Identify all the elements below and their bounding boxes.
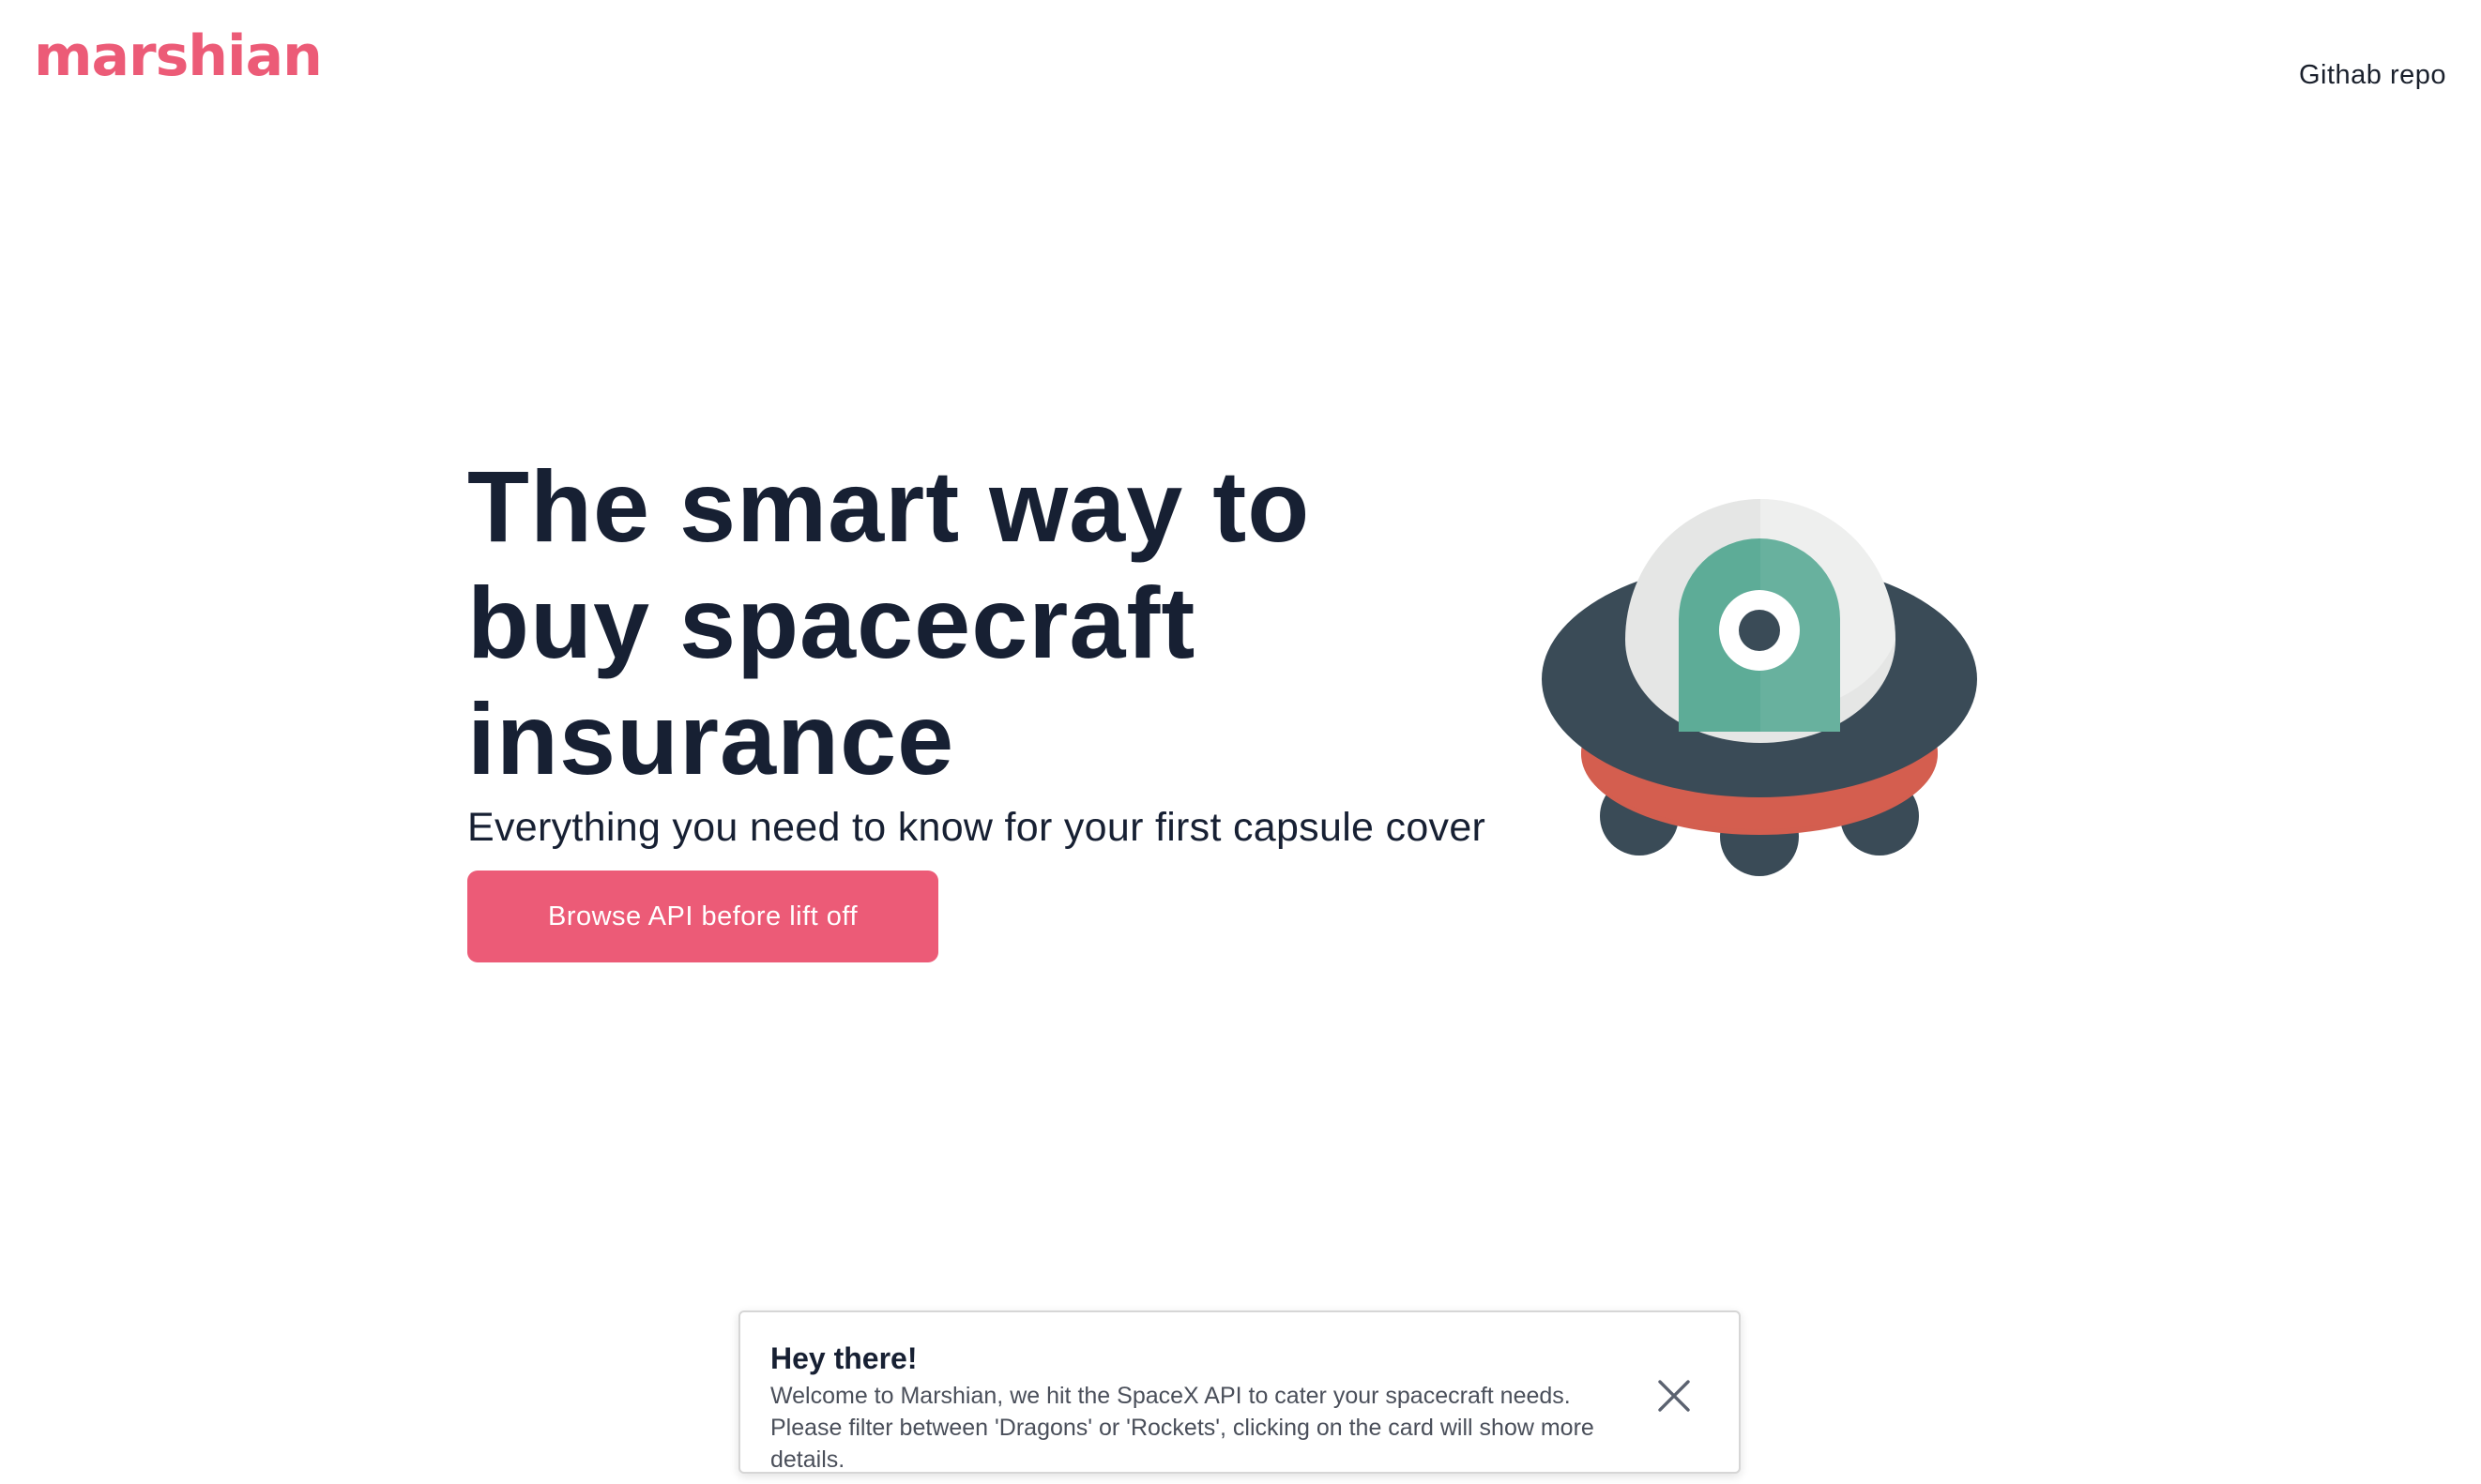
hero-title: The smart way to buy spacecraft insuranc… [467,449,1311,795]
toast-title: Hey there! [770,1341,918,1375]
landing-page: marshian Githab repo The smart way to bu… [0,0,2481,1484]
hero-section: The smart way to buy spacecraft insuranc… [467,448,1556,962]
brand-logo[interactable]: marshian [34,28,323,84]
toast-message: Welcome to Marshian, we hit the SpaceX A… [770,1383,1594,1473]
close-icon [1658,1380,1690,1412]
github-repo-link[interactable]: Githab repo [2299,62,2446,89]
ufo-eye-pupil [1739,610,1780,651]
ufo-spaceship-icon [1542,499,1977,876]
browse-api-button[interactable]: Browse API before lift off [467,871,938,962]
welcome-toast: Hey there! Welcome to Marshian, we hit t… [738,1310,1741,1474]
toast-close-button[interactable] [1656,1378,1692,1414]
hero-subtitle: Everything you need to know for your fir… [467,805,1486,850]
